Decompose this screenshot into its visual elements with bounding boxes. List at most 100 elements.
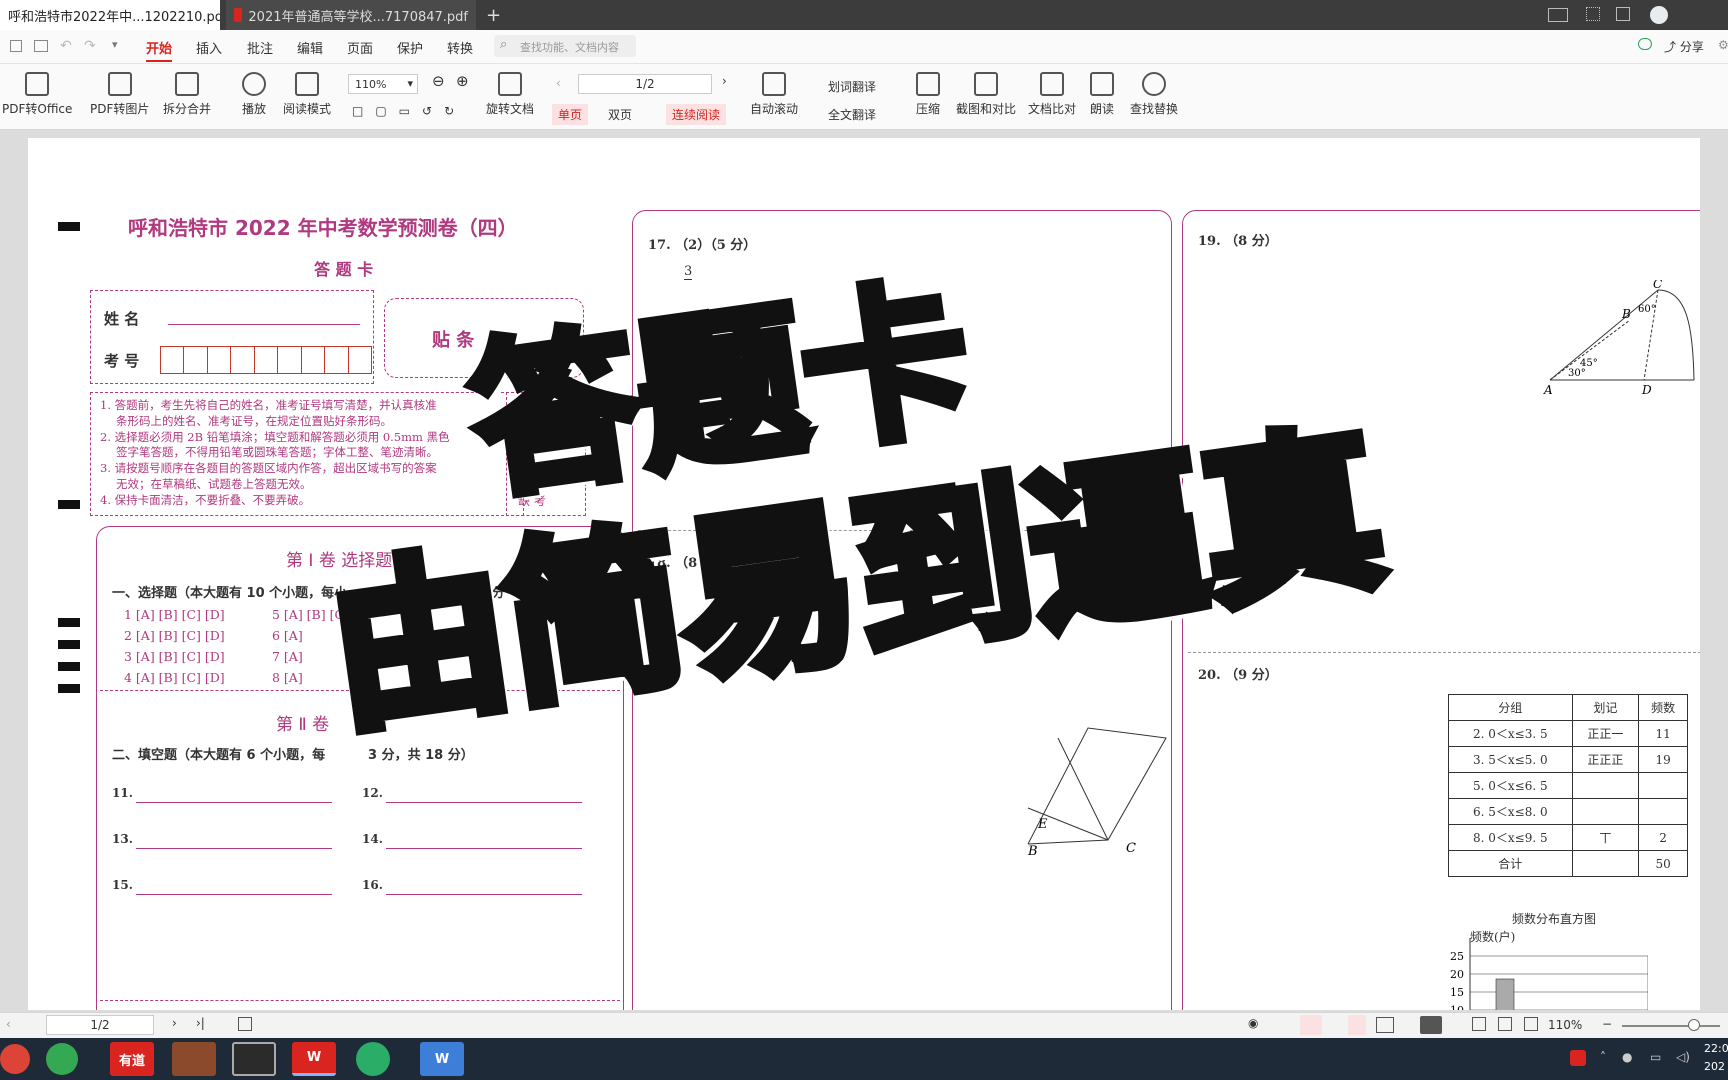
save-icon[interactable]: [10, 40, 22, 52]
pdf-to-office-button[interactable]: PDF转Office: [2, 72, 72, 117]
id-grid[interactable]: [160, 346, 372, 374]
menu-page[interactable]: 页面: [347, 38, 373, 57]
clock-time[interactable]: 22:0: [1704, 1042, 1728, 1055]
screenshot-button[interactable]: 截图和对比: [956, 72, 1016, 117]
tile-icon[interactable]: [1616, 7, 1630, 21]
search-box[interactable]: ⌕ 查找功能、文档内容: [494, 35, 636, 57]
tab-current-pdf[interactable]: 呼和浩特市2022年中...1202210.pdf ✕: [0, 0, 220, 30]
sogou-icon[interactable]: [1570, 1050, 1586, 1066]
fit-width-icon[interactable]: [1498, 1017, 1512, 1031]
fit-window-icon[interactable]: [1524, 1017, 1538, 1031]
cell: [1571, 798, 1640, 825]
word-translate-button[interactable]: 划词翻译: [828, 78, 876, 95]
avatar[interactable]: [1650, 6, 1668, 24]
zoom-out-icon[interactable]: ⊖: [432, 72, 445, 90]
volume-icon[interactable]: ◁): [1676, 1050, 1690, 1064]
bilibili-icon[interactable]: [232, 1042, 276, 1076]
find-replace-button[interactable]: 查找替换: [1130, 72, 1178, 117]
fill-line[interactable]: [136, 802, 332, 803]
compress-button[interactable]: 压缩: [916, 72, 940, 117]
label: 拆分合并: [163, 102, 212, 116]
next-page-icon[interactable]: ›: [722, 74, 727, 88]
menu-convert[interactable]: 转换: [447, 38, 473, 57]
wechat-icon[interactable]: [356, 1042, 390, 1076]
grid-icon[interactable]: [1586, 7, 1600, 21]
name-field[interactable]: [168, 324, 360, 325]
cell: 3. 5＜x≤5. 0: [1448, 746, 1573, 773]
full-translate-button[interactable]: 全文翻译: [828, 106, 876, 123]
menu-start[interactable]: 开始: [146, 38, 173, 62]
mc-column-1[interactable]: 1 [A] [B] [C] [D] 2 [A] [B] [C] [D] 3 [A…: [124, 604, 225, 688]
fill-line[interactable]: [136, 848, 332, 849]
browser-icon[interactable]: [46, 1043, 78, 1075]
new-tab-button[interactable]: +: [478, 0, 504, 30]
compare-button[interactable]: 文档比对: [1028, 72, 1076, 117]
redo-icon[interactable]: ↷: [84, 38, 96, 54]
zoom-select[interactable]: 110% ▾: [348, 74, 418, 94]
angle-30: 30°: [1568, 368, 1586, 379]
pdf-to-image-button[interactable]: PDF转图片: [90, 72, 149, 117]
histogram-bar: [1495, 978, 1515, 1010]
menu-protect[interactable]: 保护: [397, 38, 423, 57]
next-page-icon[interactable]: ›: [172, 1016, 177, 1030]
double-page-button[interactable]: 双页: [608, 106, 632, 123]
read-mode-button[interactable]: 阅读模式: [283, 72, 331, 117]
print-icon[interactable]: [34, 40, 48, 52]
share-button[interactable]: ⤴ 分享: [1664, 38, 1704, 55]
share-label: 分享: [1679, 40, 1704, 54]
zoom-slider[interactable]: [1622, 1025, 1720, 1027]
prev-page-icon[interactable]: ‹: [556, 76, 561, 90]
settings-icon[interactable]: ⚙: [1718, 38, 1728, 52]
tab-second-pdf[interactable]: 2021年普通高等学校...7170847.pdf: [226, 0, 476, 30]
page-input[interactable]: 1/2: [578, 74, 712, 94]
status-page-input[interactable]: 1/2: [46, 1015, 154, 1035]
rotate-button[interactable]: 旋转文档: [486, 72, 534, 117]
first-page-icon[interactable]: ‹: [6, 1017, 11, 1031]
actual-size-icon[interactable]: [1472, 1017, 1486, 1031]
mc-row[interactable]: 3 [A] [B] [C] [D]: [124, 646, 225, 667]
auto-scroll-button[interactable]: 自动滚动: [750, 72, 798, 117]
fill-line[interactable]: [386, 848, 582, 849]
clock-date[interactable]: 202: [1704, 1060, 1725, 1073]
layout-icon[interactable]: [1548, 8, 1568, 22]
zoom-out-icon[interactable]: −: [1602, 1017, 1612, 1031]
play-icon[interactable]: [1420, 1016, 1442, 1034]
menu-insert[interactable]: 插入: [196, 38, 222, 57]
mc-row[interactable]: 4 [A] [B] [C] [D]: [124, 667, 225, 688]
chevron-up-icon[interactable]: ˄: [1600, 1050, 1606, 1064]
fill-line[interactable]: [136, 894, 332, 895]
menu-annotate[interactable]: 批注: [247, 38, 273, 57]
youdao-button[interactable]: 有道: [110, 1042, 154, 1076]
double-page-icon[interactable]: [1376, 1017, 1394, 1033]
continuous-read-button[interactable]: 连续阅读: [666, 104, 727, 125]
zoom-in-icon[interactable]: ⊕: [456, 72, 469, 90]
status-zoom[interactable]: 110%: [1548, 1018, 1582, 1032]
eye-icon[interactable]: ◉: [1248, 1016, 1258, 1030]
wps-icon[interactable]: W: [292, 1042, 336, 1076]
fit-page-icon[interactable]: [238, 1017, 252, 1031]
read-aloud-button[interactable]: 朗读: [1090, 72, 1114, 117]
last-page-icon[interactable]: ›|: [196, 1016, 205, 1030]
single-page-button[interactable]: 单页: [552, 104, 589, 125]
fit-tools[interactable]: □▢▭↺↻: [352, 104, 466, 118]
tick: 15: [1450, 986, 1464, 999]
single-page-icon[interactable]: [1348, 1015, 1366, 1035]
word-icon[interactable]: W: [420, 1042, 464, 1076]
menu-edit[interactable]: 编辑: [297, 38, 323, 57]
mc-row[interactable]: 2 [A] [B] [C] [D]: [124, 625, 225, 646]
winrar-icon[interactable]: [172, 1042, 216, 1076]
zoom-slider-handle[interactable]: [1688, 1019, 1700, 1031]
fill-line[interactable]: [386, 802, 582, 803]
split-merge-button[interactable]: 拆分合并: [163, 72, 211, 117]
qq-icon[interactable]: ●: [1622, 1050, 1632, 1064]
chevron-down-icon[interactable]: ▾: [112, 38, 118, 51]
fill-line[interactable]: [386, 894, 582, 895]
card-subtitle: 答 题 卡: [314, 260, 374, 279]
network-icon[interactable]: ▭: [1650, 1050, 1661, 1064]
play-button[interactable]: 播放: [242, 72, 266, 117]
chrome-icon[interactable]: [0, 1044, 30, 1074]
mc-row[interactable]: 1 [A] [B] [C] [D]: [124, 604, 225, 625]
cloud-icon[interactable]: [1638, 38, 1652, 50]
undo-icon[interactable]: ↶: [60, 38, 72, 54]
continuous-icon[interactable]: [1300, 1015, 1322, 1035]
